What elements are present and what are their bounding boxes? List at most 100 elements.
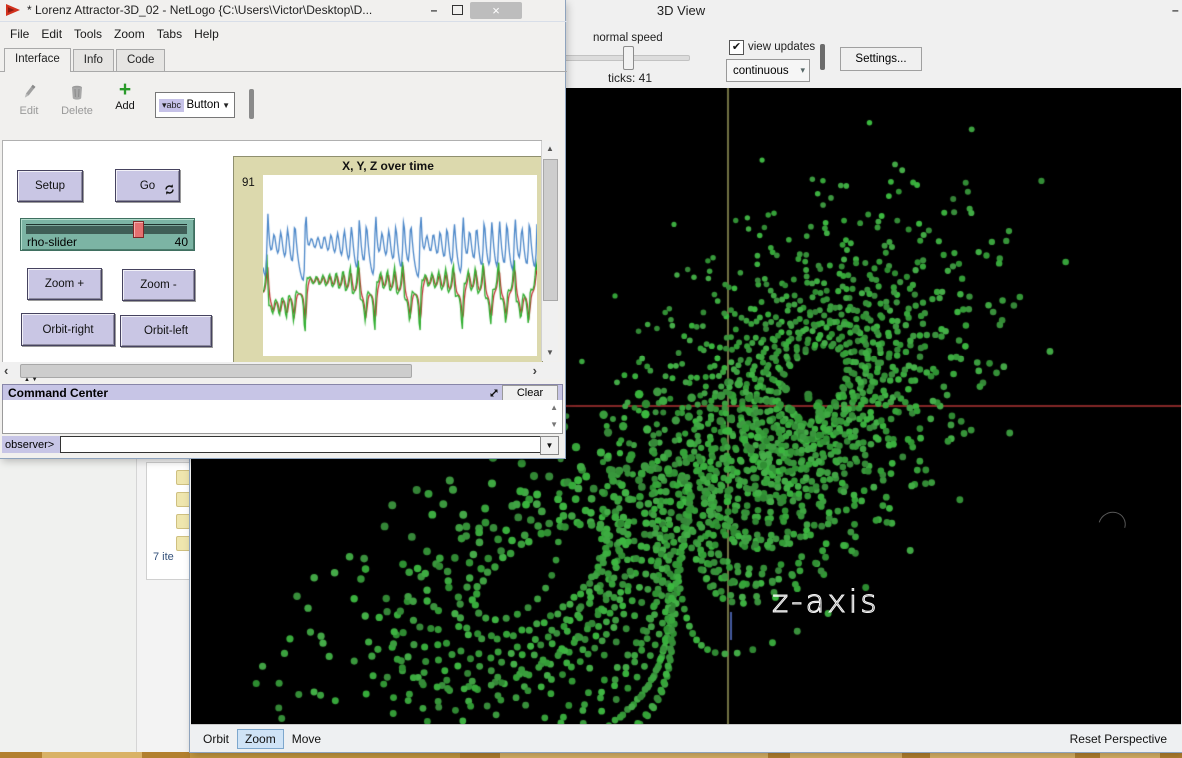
mode-tab-orbit[interactable]: Orbit [195, 729, 237, 749]
widget-type-badge: ▾abc [159, 99, 184, 112]
splitter-handle[interactable]: ▲ ▼ [24, 377, 38, 383]
menu-tools[interactable]: Tools [74, 27, 102, 41]
toolbar-separator [249, 89, 254, 119]
expand-icon[interactable] [486, 388, 502, 398]
delete-tool-button[interactable]: Delete [54, 82, 100, 117]
scroll-right-icon[interactable]: › [533, 365, 537, 377]
speed-slider[interactable] [562, 55, 690, 61]
netlogo-titlebar: * Lorenz Attractor-3D_02 - NetLogo {C:\U… [0, 0, 565, 20]
observer-prompt: observer> [2, 436, 60, 453]
command-center-title: Command Center [8, 386, 486, 400]
chevron-down-icon: ▾ [800, 65, 805, 76]
plot-area [263, 175, 537, 356]
setup-button-label: Setup [35, 180, 65, 192]
explorer-file-panel: 7 ite [146, 462, 190, 580]
orbit-left-label: Orbit-left [144, 325, 188, 337]
mode-tab-move[interactable]: Move [284, 729, 329, 749]
tab-code[interactable]: Code [116, 49, 166, 71]
pencil-icon [21, 93, 37, 105]
scroll-down-icon[interactable]: ▼ [542, 349, 558, 357]
menu-zoom[interactable]: Zoom [114, 27, 145, 41]
ticks-counter: ticks: 41 [608, 71, 652, 85]
menu-tabs[interactable]: Tabs [157, 27, 182, 41]
delete-tool-label: Delete [54, 105, 100, 117]
background-window-edge [0, 752, 1182, 758]
menubar: File Edit Tools Zoom Tabs Help [0, 21, 567, 46]
add-tool-button[interactable]: + Add [102, 80, 148, 112]
update-mode-value: continuous [733, 65, 800, 77]
slider-track[interactable] [26, 224, 187, 234]
history-dropdown-button[interactable]: ▼ [540, 436, 559, 455]
setup-button[interactable]: Setup [17, 170, 83, 202]
window-title: * Lorenz Attractor-3D_02 - NetLogo {C:\U… [27, 3, 422, 17]
orbit-right-button[interactable]: Orbit-right [21, 313, 115, 346]
view-updates-checkbox[interactable]: ✔ [729, 40, 744, 55]
chevron-down-icon: ▼ [222, 101, 230, 110]
speed-slider-label: normal speed [593, 32, 663, 44]
edit-tool-button[interactable]: Edit [6, 82, 52, 117]
orbit-left-button[interactable]: Orbit-left [120, 315, 212, 347]
view3d-bottom-bar: Orbit Zoom Move Reset Perspective [191, 724, 1181, 752]
settings-button[interactable]: Settings... [840, 47, 922, 71]
go-button[interactable]: Go [115, 169, 180, 202]
zoom-out-button[interactable]: Zoom - [122, 269, 195, 301]
edit-tool-label: Edit [6, 105, 52, 117]
netlogo-app-icon [5, 3, 21, 17]
zoom-in-label: Zoom + [45, 278, 84, 290]
background-explorer-window: 7 ite [136, 458, 191, 752]
maximize-button[interactable] [446, 5, 468, 15]
menu-help[interactable]: Help [194, 27, 219, 41]
rho-slider[interactable]: rho-slider 40 [20, 218, 195, 251]
horizontal-scrollbar[interactable]: ‹ › [0, 362, 563, 379]
reset-perspective-button[interactable]: Reset Perspective [1070, 732, 1167, 746]
orbit-right-label: Orbit-right [42, 324, 93, 336]
explorer-items-count: 7 ite [153, 551, 174, 563]
clear-button-label: Clear [517, 387, 543, 399]
view-updates-label: view updates [748, 41, 815, 53]
toolbar-separator [820, 44, 825, 70]
folder-icon [176, 514, 191, 529]
plus-icon: + [102, 80, 148, 100]
folder-icon [176, 492, 191, 507]
speed-slider-thumb[interactable] [623, 46, 634, 70]
observer-input[interactable] [60, 436, 542, 453]
menu-file[interactable]: File [10, 27, 29, 41]
trash-icon [69, 93, 85, 105]
add-tool-label: Add [102, 100, 148, 112]
menu-edit[interactable]: Edit [41, 27, 62, 41]
axis-label: z-axis [772, 584, 880, 620]
clear-button[interactable]: Clear [502, 385, 558, 401]
tab-interface[interactable]: Interface [4, 48, 71, 72]
plot-ymax-label: 91 [242, 177, 255, 189]
scroll-left-icon[interactable]: ‹ [4, 365, 8, 377]
settings-button-label: Settings... [855, 53, 906, 65]
vertical-scrollbar[interactable]: ▲ ▼ [541, 141, 558, 361]
output-scroll-up-icon[interactable]: ▲ [550, 404, 558, 412]
mode-tab-zoom[interactable]: Zoom [237, 729, 284, 749]
tab-info[interactable]: Info [73, 49, 114, 71]
tabbar: Interface Info Code [0, 47, 567, 72]
close-button[interactable]: × [470, 2, 522, 19]
forever-icon [164, 184, 175, 198]
hscroll-thumb[interactable] [20, 364, 412, 378]
scroll-up-icon[interactable]: ▲ [542, 145, 558, 153]
slider-thumb[interactable] [133, 221, 144, 238]
folder-icon [176, 536, 191, 551]
slider-value: 40 [175, 235, 188, 249]
update-mode-dropdown[interactable]: continuous ▾ [726, 59, 810, 82]
folder-icon [176, 470, 191, 485]
widget-type-dropdown[interactable]: ▾abc Button ▼ [155, 92, 235, 118]
widget-type-value: Button [184, 99, 222, 111]
output-scroll-down-icon[interactable]: ▼ [550, 421, 558, 429]
observer-prompt-label: observer> [5, 439, 54, 451]
slider-label: rho-slider [27, 235, 77, 249]
command-output: ▲ ▼ [2, 400, 563, 434]
view3d-minimize-button[interactable]: – [1172, 3, 1182, 17]
vscroll-thumb[interactable] [543, 159, 558, 301]
zoom-in-button[interactable]: Zoom + [27, 268, 102, 300]
plot-widget: X, Y, Z over time 91 [233, 156, 543, 364]
go-button-label: Go [140, 180, 155, 192]
minimize-button[interactable]: – [422, 3, 446, 17]
plot-title: X, Y, Z over time [234, 159, 542, 173]
zoom-out-label: Zoom - [140, 279, 176, 291]
